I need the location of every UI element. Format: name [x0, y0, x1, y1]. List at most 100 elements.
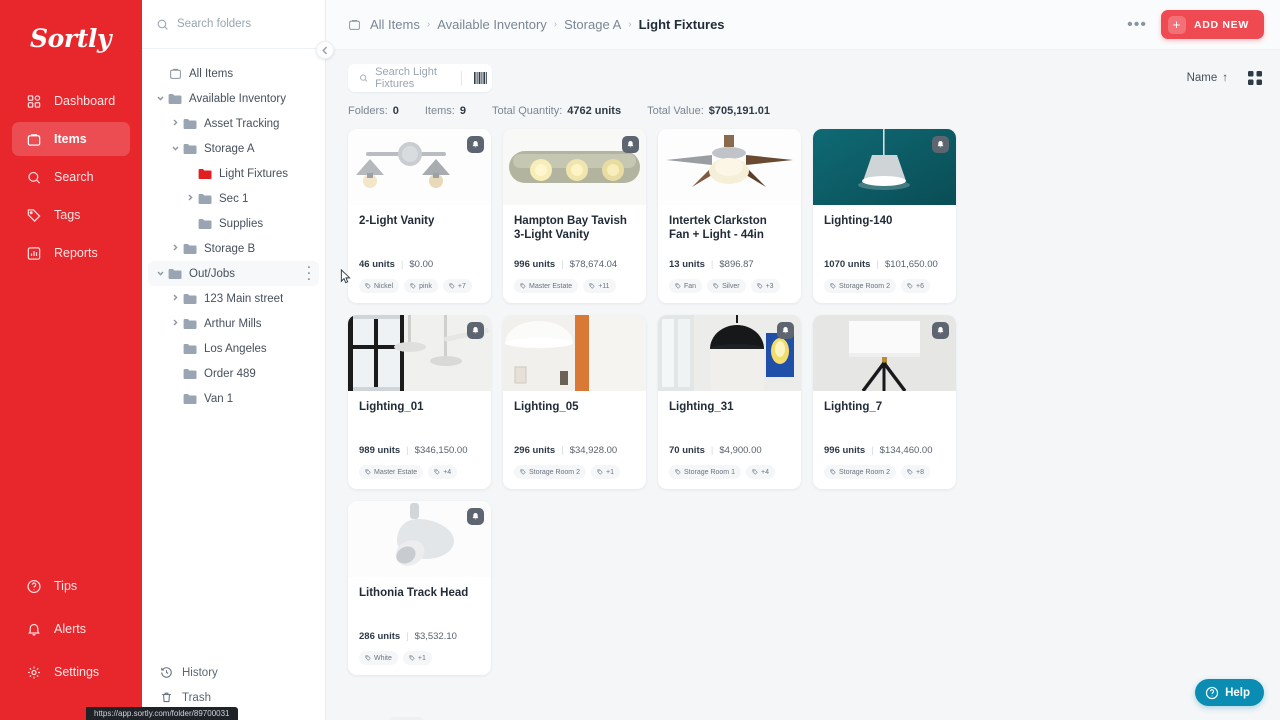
item-tag-overflow-chip[interactable]: +8: [900, 465, 930, 479]
folder-search[interactable]: Search folders: [142, 0, 325, 49]
folder-icon: [182, 368, 198, 380]
folder-tree-item-storage-a[interactable]: Storage A: [142, 136, 325, 161]
more-options-button[interactable]: •••: [1127, 16, 1147, 32]
item-tag-chip[interactable]: Storage Room 2: [824, 279, 896, 293]
item-tag-overflow-chip[interactable]: +3: [750, 279, 780, 293]
sidebar-item-reports[interactable]: Reports: [12, 236, 130, 270]
folder-tree-item-sec-1[interactable]: Sec 1: [142, 186, 325, 211]
sidebar-item-items[interactable]: Items: [12, 122, 130, 156]
folder-tree-item-all-items[interactable]: All Items: [142, 61, 325, 86]
sidebar-item-tips[interactable]: Tips: [12, 569, 130, 603]
folder-icon: [182, 118, 198, 130]
item-tag-chip[interactable]: pink: [404, 279, 438, 293]
chevron-right-icon[interactable]: [169, 244, 182, 253]
folder-icon: [182, 293, 198, 305]
item-tag-chip[interactable]: Master Estate: [514, 279, 579, 293]
tree-footer-history[interactable]: History: [142, 660, 325, 685]
item-tag-chip[interactable]: Master Estate: [359, 465, 424, 479]
folder-tree-item-asset-tracking[interactable]: Asset Tracking: [142, 111, 325, 136]
item-tag-chip[interactable]: Storage Room 2: [824, 465, 896, 479]
item-tag-chips: Storage Room 2 +8: [824, 465, 945, 479]
item-card-body: Lighting-140 1070 units | $101,650.00 Storag…: [813, 205, 956, 303]
chevron-down-icon[interactable]: [154, 270, 167, 278]
item-alert-bell-icon[interactable]: [932, 322, 949, 339]
item-card[interactable]: Lighting_31 70 units | $4,900.00 Storage Roo…: [658, 315, 801, 489]
folder-tree-item-out-jobs[interactable]: Out/Jobs · · ·: [148, 261, 319, 286]
chevron-down-icon[interactable]: [154, 95, 167, 103]
item-card[interactable]: Hampton Bay Tavish 3-Light Vanity 996 uni…: [503, 129, 646, 303]
item-card[interactable]: Lighting-140 1070 units | $101,650.00 Storag…: [813, 129, 956, 303]
item-tag-chip[interactable]: Fan: [669, 279, 703, 293]
item-card[interactable]: Lithonia Track Head 286 units | $3,532.10 Wh…: [348, 501, 491, 675]
box-icon: [167, 67, 183, 80]
folder-tree-item-order-489[interactable]: Order 489: [142, 361, 325, 386]
meta-divider: |: [561, 259, 564, 270]
sidebar-item-search[interactable]: Search: [12, 160, 130, 194]
sidebar-item-alerts[interactable]: Alerts: [12, 612, 130, 646]
breadcrumb-item-1[interactable]: Available Inventory: [437, 17, 547, 32]
item-card[interactable]: Lighting_01 989 units | $346,150.00 Master E…: [348, 315, 491, 489]
item-alert-bell-icon[interactable]: [777, 322, 794, 339]
item-tag-chip[interactable]: Storage Room 2: [514, 465, 586, 479]
item-tag-overflow-chip[interactable]: +6: [900, 279, 930, 293]
item-tag-label: Storage Room 2: [839, 468, 890, 476]
item-tag-label: Fan: [684, 282, 697, 290]
sidebar-item-tags[interactable]: Tags: [12, 198, 130, 232]
add-new-button[interactable]: + ADD NEW: [1160, 10, 1264, 39]
item-alert-bell-icon[interactable]: [622, 136, 639, 153]
item-card[interactable]: Lighting_05 296 units | $34,928.00 Storage R…: [503, 315, 646, 489]
item-card[interactable]: 2-Light Vanity 46 units | $0.00 Nickel pink +7: [348, 129, 491, 303]
folder-tree-item-los-angeles[interactable]: Los Angeles: [142, 336, 325, 361]
item-alert-bell-icon[interactable]: [467, 136, 484, 153]
search-input[interactable]: Search Light Fixtures: [348, 64, 492, 92]
search-placeholder: Search Light Fixtures: [375, 66, 437, 90]
barcode-scan-button[interactable]: [469, 72, 492, 84]
item-tag-chip[interactable]: White: [359, 651, 398, 665]
chevron-right-icon[interactable]: [169, 319, 182, 328]
folder-tree-item-van-1[interactable]: Van 1: [142, 386, 325, 411]
item-tag-overflow-chip[interactable]: +11: [583, 279, 616, 293]
folder-tree-item-storage-b[interactable]: Storage B: [142, 236, 325, 261]
item-tag-overflow-chip[interactable]: +4: [428, 465, 458, 479]
item-tag-overflow-chip[interactable]: +1: [590, 465, 620, 479]
item-meta: 996 units | $134,460.00: [824, 429, 945, 456]
folder-icon: [182, 243, 198, 255]
folder-tree-item-available-inventory[interactable]: Available Inventory: [142, 86, 325, 111]
breadcrumb-item-0[interactable]: All Items: [370, 17, 420, 32]
sidebar-item-dashboard[interactable]: Dashboard: [12, 84, 130, 118]
item-tag-label: +6: [915, 282, 924, 290]
item-card[interactable]: Lighting_7 996 units | $134,460.00 Storage R…: [813, 315, 956, 489]
help-button[interactable]: Help: [1195, 679, 1264, 706]
item-alert-bell-icon[interactable]: [467, 322, 484, 339]
item-tag-overflow-chip[interactable]: +4: [745, 465, 775, 479]
tag-mini-icon: [907, 469, 913, 475]
chevron-right-icon[interactable]: [169, 294, 182, 303]
chevron-down-icon[interactable]: [169, 145, 182, 153]
breadcrumb-item-2[interactable]: Storage A: [564, 17, 621, 32]
folder-context-menu-button[interactable]: · · ·: [307, 262, 311, 285]
item-tag-chip[interactable]: Nickel: [359, 279, 400, 293]
folder-tree-item-light-fixtures[interactable]: Light Fixtures: [142, 161, 325, 186]
item-tag-overflow-chip[interactable]: +1: [402, 651, 432, 665]
item-alert-bell-icon[interactable]: [467, 508, 484, 525]
item-tag-chip[interactable]: Storage Room 1: [669, 465, 741, 479]
item-tag-chip[interactable]: Silver: [707, 279, 746, 293]
sort-control[interactable]: Name ↑: [1187, 72, 1228, 84]
item-alert-bell-icon[interactable]: [932, 136, 949, 153]
folder-tree-item-supplies[interactable]: Supplies: [142, 211, 325, 236]
grid-view-toggle[interactable]: [1248, 71, 1262, 85]
folder-icon: [182, 143, 198, 155]
item-card[interactable]: Intertek Clarkston Fan + Light - 44in 13 …: [658, 129, 801, 303]
chevron-left-icon: [322, 45, 328, 55]
meta-divider: |: [561, 445, 564, 456]
folder-tree-item-123-main-street[interactable]: 123 Main street: [142, 286, 325, 311]
chevron-right-icon[interactable]: [184, 194, 197, 203]
folder-tree-item-arthur-mills[interactable]: Arthur Mills: [142, 311, 325, 336]
sidebar-item-settings[interactable]: Settings: [12, 655, 130, 689]
stat-total-quantity: Total Quantity: 4762 units: [492, 105, 621, 117]
brand-logo[interactable]: Sortly: [0, 0, 142, 76]
item-tag-overflow-chip[interactable]: +7: [442, 279, 472, 293]
chevron-right-icon[interactable]: [169, 119, 182, 128]
folder-red-icon: [197, 168, 213, 180]
collapse-panel-button[interactable]: [316, 41, 334, 59]
